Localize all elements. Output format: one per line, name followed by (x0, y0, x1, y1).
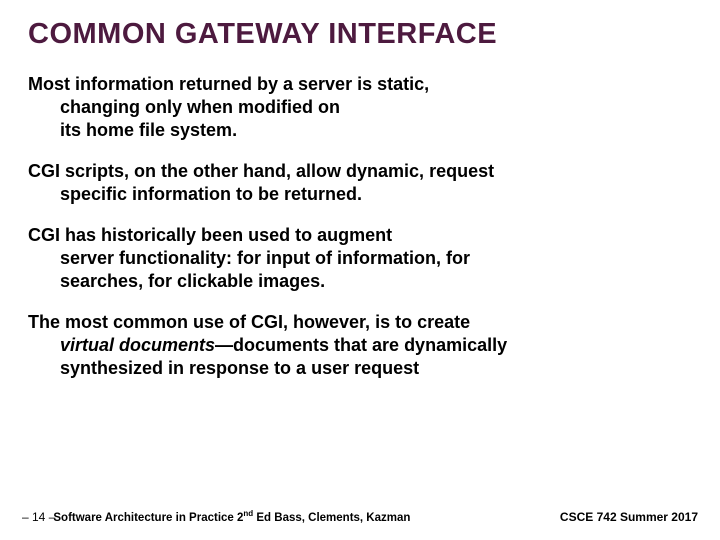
p1-line1: Most information returned by a server is… (28, 74, 429, 94)
book-prefix: Software Architecture in Practice 2 (53, 512, 243, 524)
virtual-documents: virtual documents (60, 335, 215, 355)
book-citation: Software Architecture in Practice 2nd Ed… (53, 509, 410, 524)
p2-line1: CGI scripts, on the other hand, allow dy… (28, 161, 494, 181)
paragraph-1: Most information returned by a server is… (28, 73, 692, 142)
book-suffix: Ed Bass, Clements, Kazman (253, 512, 410, 524)
p1-line2: changing only when modified on (28, 96, 692, 119)
slide: COMMON GATEWAY INTERFACE Most informatio… (0, 0, 720, 540)
p4-line1: The most common use of CGI, however, is … (28, 312, 470, 332)
book-sup: nd (243, 509, 253, 518)
page-number: – 14 – (22, 510, 55, 524)
p4-line2b: —documents that are dynamically (215, 335, 507, 355)
p4-line2-wrap: virtual documents—documents that are dyn… (28, 334, 692, 357)
p1-line3: its home file system. (28, 119, 692, 142)
p2-line2: specific information to be returned. (28, 183, 692, 206)
p3-line1: CGI has historically been used to augmen… (28, 225, 392, 245)
p4-line3: synthesized in response to a user reques… (28, 357, 692, 380)
p3-line3: searches, for clickable images. (28, 270, 692, 293)
paragraph-2: CGI scripts, on the other hand, allow dy… (28, 160, 692, 206)
p3-line2: server functionality: for input of infor… (28, 247, 692, 270)
footer: – 14 –Software Architecture in Practice … (22, 509, 698, 524)
paragraph-4: The most common use of CGI, however, is … (28, 311, 692, 380)
course-id: CSCE 742 Summer 2017 (560, 510, 698, 524)
paragraph-3: CGI has historically been used to augmen… (28, 224, 692, 293)
slide-title: COMMON GATEWAY INTERFACE (28, 18, 692, 51)
